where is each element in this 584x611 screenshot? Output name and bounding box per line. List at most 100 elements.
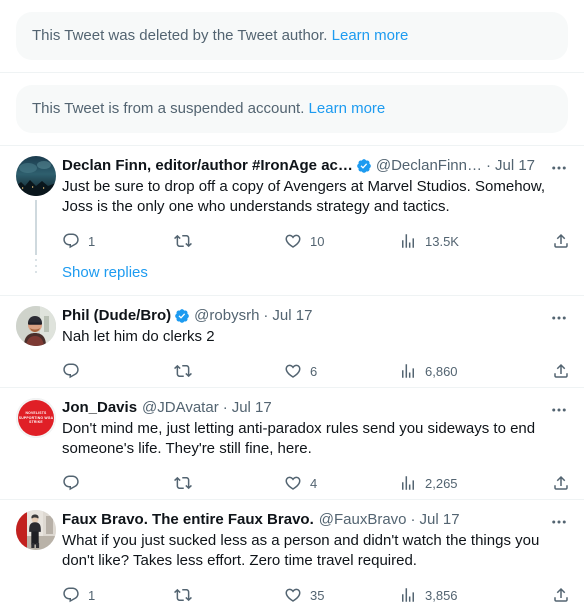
like-count: 4 — [310, 475, 318, 491]
views-button[interactable]: 13.5K — [399, 232, 517, 250]
tweet-gutter: NOVELISTS SUPPORTING WGA STRIKE — [12, 398, 60, 497]
notice-card: This Tweet is from a suspended account. … — [16, 85, 568, 133]
reply-button[interactable] — [62, 474, 174, 492]
handle[interactable]: @FauxBravo — [319, 510, 407, 530]
retweet-icon — [174, 232, 192, 250]
tweet-body: Phil (Dude/Bro) @robysrh · Jul 17 Nah le… — [60, 306, 570, 385]
separator-dot: · — [410, 511, 416, 528]
heart-icon — [284, 232, 302, 250]
tweet-text: Just be sure to drop off a copy of Aveng… — [62, 178, 550, 215]
reply-icon — [62, 232, 80, 250]
views-bar-chart-icon — [399, 474, 417, 492]
tweet-text: Don't mind me, just letting anti-paradox… — [62, 420, 540, 457]
tweet-row[interactable]: NOVELISTS SUPPORTING WGA STRIKE Jon_Davi… — [0, 388, 584, 500]
views-button[interactable]: 2,265 — [399, 474, 517, 492]
display-name[interactable]: Phil (Dude/Bro) — [62, 306, 171, 326]
separator-dot: · — [222, 399, 228, 416]
reply-icon — [62, 586, 80, 604]
tweet-body: Declan Finn, editor/author #IronAge ac… … — [60, 156, 570, 255]
share-button[interactable] — [552, 232, 570, 250]
handle[interactable]: @JDAvatar — [142, 398, 219, 418]
views-button[interactable]: 6,860 — [399, 362, 517, 380]
verified-badge-icon — [356, 158, 372, 174]
more-options-button[interactable] — [548, 158, 570, 178]
avatar-image-man-with-cap — [16, 306, 56, 346]
like-button[interactable]: 35 — [284, 586, 399, 604]
tweet-actions: 4 2,265 — [62, 469, 570, 497]
more-options-button[interactable] — [548, 400, 570, 420]
notice-deleted-tweet: This Tweet was deleted by the Tweet auth… — [0, 0, 584, 73]
retweet-button[interactable] — [174, 362, 284, 380]
show-replies-row[interactable]: Show replies — [0, 257, 584, 296]
tweet-body: Faux Bravo. The entire Faux Bravo. @Faux… — [60, 510, 570, 609]
views-button[interactable]: 3,856 — [399, 586, 517, 604]
handle[interactable]: @DeclanFinn… — [376, 156, 482, 176]
learn-more-link[interactable]: Learn more — [332, 27, 409, 44]
reply-button[interactable]: 1 — [62, 232, 174, 250]
timestamp[interactable]: Jul 17 — [272, 306, 312, 326]
more-horizontal-icon — [552, 166, 566, 170]
timestamp[interactable]: Jul 17 — [232, 398, 272, 418]
tweet-text: Nah let him do clerks 2 — [62, 328, 215, 345]
share-button[interactable] — [552, 586, 570, 604]
learn-more-link[interactable]: Learn more — [309, 100, 386, 117]
display-name[interactable]: Faux Bravo. The entire Faux Bravo. — [62, 510, 314, 530]
share-button[interactable] — [552, 474, 570, 492]
avatar[interactable]: NOVELISTS SUPPORTING WGA STRIKE — [16, 398, 56, 438]
retweet-button[interactable] — [174, 586, 284, 604]
tweet-gutter — [12, 510, 60, 609]
views-count: 2,265 — [425, 475, 458, 491]
timestamp[interactable]: Jul 17 — [495, 156, 535, 176]
reply-icon — [62, 474, 80, 492]
notice-card: This Tweet was deleted by the Tweet auth… — [16, 12, 568, 60]
reply-button[interactable]: 1 — [62, 586, 174, 604]
display-name[interactable]: Declan Finn, editor/author #IronAge ac… — [62, 156, 353, 176]
like-count: 6 — [310, 363, 318, 379]
separator-dot: · — [263, 307, 269, 324]
verified-badge-icon — [174, 308, 190, 324]
views-bar-chart-icon — [399, 362, 417, 380]
tweet-body: Jon_Davis @JDAvatar · Jul 17 Don't mind … — [60, 398, 570, 497]
views-count: 13.5K — [425, 233, 459, 249]
tweet-actions: 6 6,860 — [62, 357, 570, 385]
like-button[interactable]: 10 — [284, 232, 399, 250]
more-horizontal-icon — [552, 408, 566, 412]
tweet-row[interactable]: Faux Bravo. The entire Faux Bravo. @Faux… — [0, 500, 584, 611]
tweet-header: Declan Finn, editor/author #IronAge ac… … — [62, 156, 570, 176]
retweet-button[interactable] — [174, 474, 284, 492]
avatar-overlay-text: NOVELISTS SUPPORTING WGA STRIKE — [18, 411, 54, 425]
more-options-button[interactable] — [548, 512, 570, 532]
timestamp[interactable]: Jul 17 — [420, 510, 460, 530]
retweet-button[interactable] — [174, 232, 284, 250]
reply-icon — [62, 362, 80, 380]
show-replies-link[interactable]: Show replies — [60, 257, 148, 283]
share-button[interactable] — [552, 362, 570, 380]
avatar-image-person-standing — [16, 510, 56, 550]
avatar-image-night-sky-city — [16, 156, 56, 196]
like-button[interactable]: 4 — [284, 474, 399, 492]
heart-icon — [284, 586, 302, 604]
handle[interactable]: @robysrh — [194, 306, 259, 326]
avatar[interactable] — [16, 156, 56, 196]
more-options-button[interactable] — [548, 308, 570, 328]
display-name[interactable]: Jon_Davis — [62, 398, 137, 418]
share-icon — [552, 232, 570, 250]
like-button[interactable]: 6 — [284, 362, 399, 380]
heart-icon — [284, 474, 302, 492]
share-icon — [552, 474, 570, 492]
tweet-header: Jon_Davis @JDAvatar · Jul 17 — [62, 398, 570, 418]
reply-button[interactable] — [62, 362, 174, 380]
share-icon — [552, 586, 570, 604]
tweet-feed: This Tweet was deleted by the Tweet auth… — [0, 0, 584, 611]
tweet-row[interactable]: Declan Finn, editor/author #IronAge ac… … — [0, 146, 584, 257]
views-count: 6,860 — [425, 363, 458, 379]
views-bar-chart-icon — [399, 586, 417, 604]
views-count: 3,856 — [425, 587, 458, 603]
avatar[interactable] — [16, 306, 56, 346]
tweet-row[interactable]: Phil (Dude/Bro) @robysrh · Jul 17 Nah le… — [0, 296, 584, 388]
tweet-text: What if you just sucked less as a person… — [62, 532, 544, 569]
avatar[interactable] — [16, 510, 56, 550]
retweet-icon — [174, 474, 192, 492]
share-icon — [552, 362, 570, 380]
notice-suspended-account: This Tweet is from a suspended account. … — [0, 73, 584, 146]
